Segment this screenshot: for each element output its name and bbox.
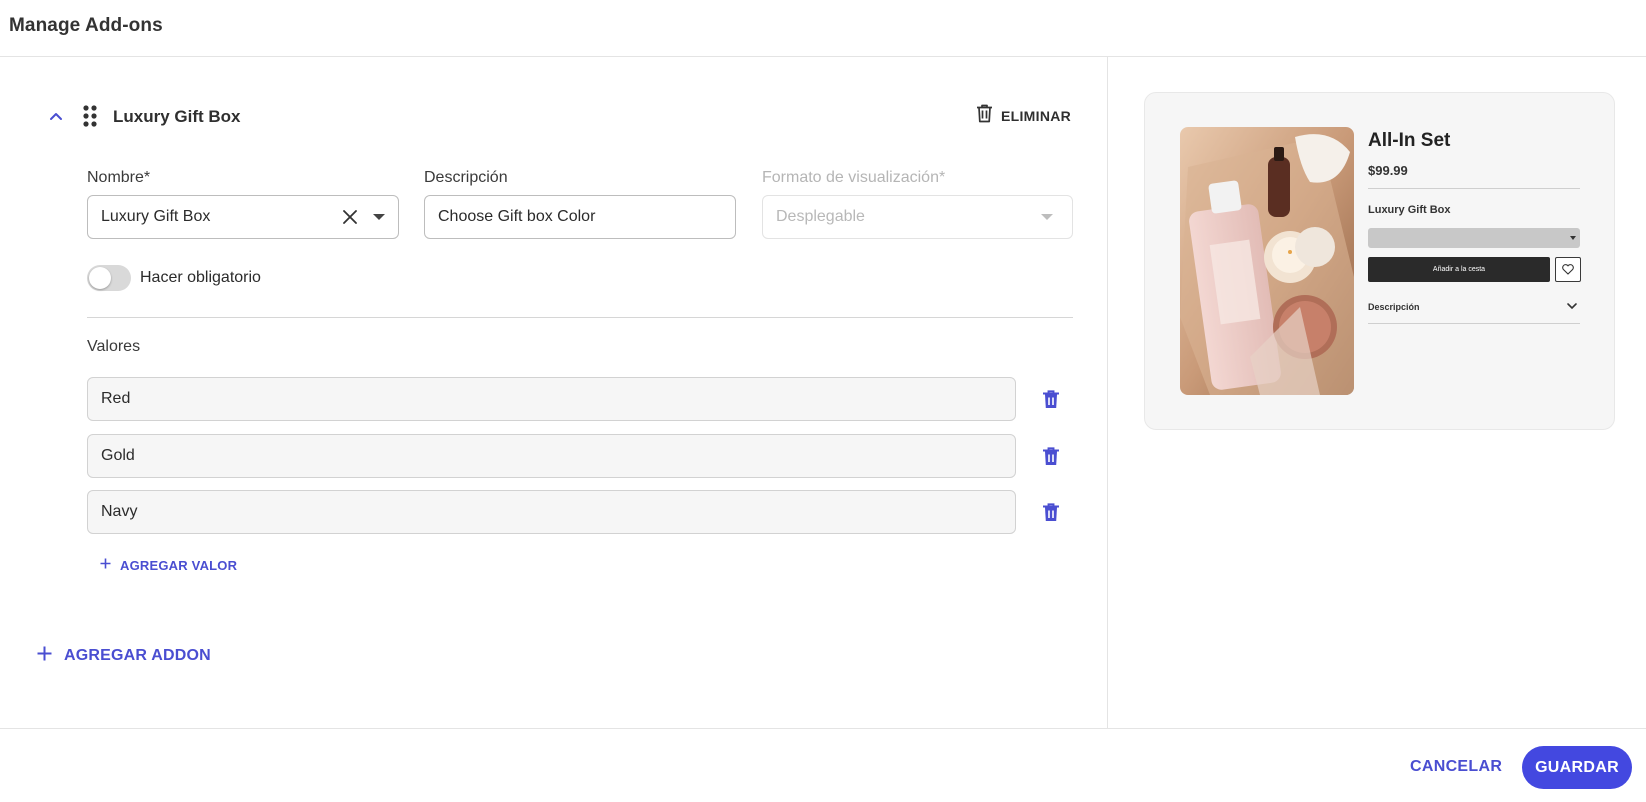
modal-header: Manage Add-ons — [0, 0, 1646, 57]
preview-panel: All-In Set $99.99 Luxury Gift Box Añadir… — [1109, 57, 1646, 728]
delete-value-trash-icon[interactable] — [1040, 445, 1062, 467]
product-title: All-In Set — [1368, 130, 1451, 151]
description-input[interactable]: Choose Gift box Color — [424, 195, 736, 239]
description-input-value: Choose Gift box Color — [438, 208, 596, 225]
add-to-cart-button[interactable]: Añadir a la cesta — [1368, 257, 1550, 282]
display-format-label: Formato de visualización* — [762, 169, 946, 186]
plus-icon — [100, 556, 111, 574]
required-toggle[interactable] — [87, 265, 131, 291]
required-toggle-label: Hacer obligatorio — [140, 269, 261, 286]
modal-title: Manage Add-ons — [9, 15, 163, 36]
values-label: Valores — [87, 338, 141, 355]
display-format-select: Desplegable — [762, 195, 1073, 239]
drag-handle-icon[interactable] — [83, 105, 97, 127]
preview-addon-name: Luxury Gift Box — [1368, 204, 1451, 216]
heart-icon — [1562, 264, 1574, 275]
delete-addon-button[interactable]: ELIMINAR — [976, 104, 1071, 128]
value-input[interactable]: Gold — [87, 434, 1016, 478]
add-value-button[interactable]: AGREGAR VALOR — [100, 556, 237, 574]
name-select-value: Luxury Gift Box — [101, 208, 211, 225]
chevron-down-icon[interactable] — [1565, 299, 1579, 313]
modal-footer: CANCELAR GUARDAR — [0, 728, 1646, 802]
wishlist-heart-button[interactable] — [1555, 257, 1581, 282]
section-divider — [87, 317, 1073, 318]
add-value-label: AGREGAR VALOR — [120, 557, 238, 573]
toggle-knob — [89, 267, 111, 289]
divider — [1368, 323, 1580, 324]
name-select[interactable]: Luxury Gift Box — [87, 195, 399, 239]
value-input-text: Gold — [101, 447, 135, 464]
addon-title: Luxury Gift Box — [113, 107, 241, 126]
collapse-chevron-up-icon[interactable] — [46, 109, 66, 125]
display-format-value: Desplegable — [776, 208, 865, 225]
trash-icon — [976, 104, 993, 128]
delete-value-trash-icon[interactable] — [1040, 388, 1062, 410]
add-addon-label: AGREGAR ADDON — [64, 647, 211, 664]
description-field-label: Descripción — [424, 169, 508, 186]
preview-addon-select[interactable] — [1368, 228, 1580, 248]
preview-description-label: Descripción — [1368, 302, 1420, 312]
product-preview-card: All-In Set $99.99 Luxury Gift Box Añadir… — [1144, 92, 1615, 430]
add-addon-button[interactable]: AGREGAR ADDON — [37, 646, 211, 666]
caret-down-icon — [1570, 236, 1576, 240]
delete-value-trash-icon[interactable] — [1040, 501, 1062, 523]
addon-editor-panel: Luxury Gift Box ELIMINAR Nombre* Luxury … — [0, 57, 1108, 728]
value-input[interactable]: Red — [87, 377, 1016, 421]
caret-down-icon[interactable] — [373, 213, 385, 221]
save-button[interactable]: GUARDAR — [1522, 746, 1632, 789]
caret-down-icon — [1041, 213, 1053, 221]
value-input-text: Navy — [101, 503, 138, 520]
clear-icon[interactable] — [343, 210, 357, 224]
divider — [1368, 188, 1580, 189]
product-image — [1180, 127, 1354, 395]
value-input-text: Red — [101, 390, 131, 407]
value-input[interactable]: Navy — [87, 490, 1016, 534]
cancel-button[interactable]: CANCELAR — [1398, 752, 1514, 782]
product-price: $99.99 — [1368, 163, 1408, 178]
delete-addon-label: ELIMINAR — [1001, 108, 1072, 124]
plus-icon — [37, 646, 52, 666]
name-field-label: Nombre* — [87, 169, 151, 186]
